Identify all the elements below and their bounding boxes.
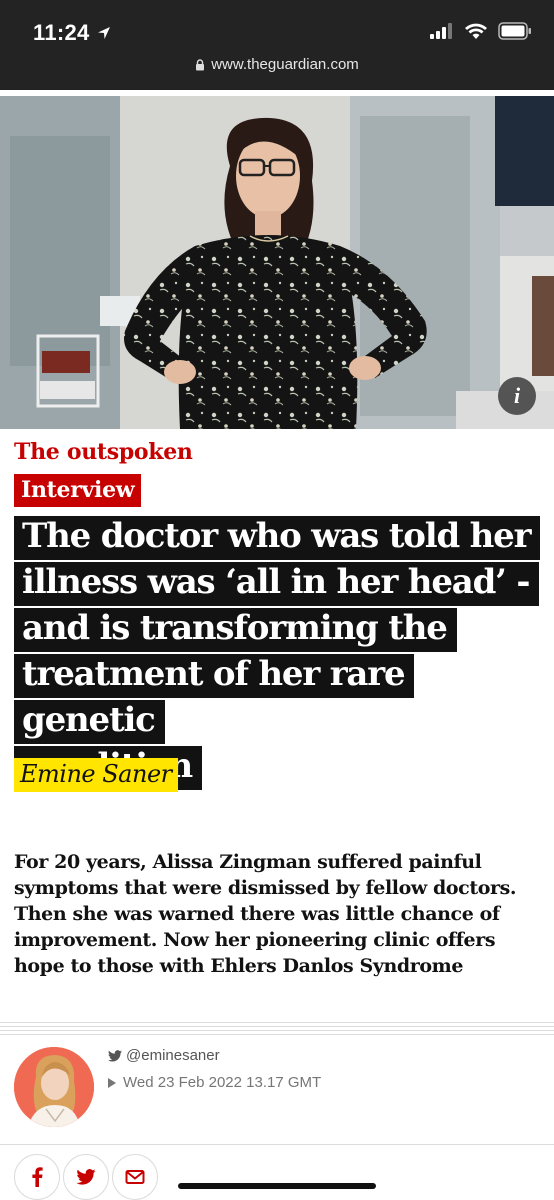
title-line-3: and is transforming the [14,608,457,652]
author-twitter-link[interactable]: @eminesaner [108,1047,220,1064]
battery-icon [498,22,531,40]
article-standfirst: For 20 years, Alissa Zingman suffered pa… [14,851,517,977]
section-divider [0,1022,554,1036]
publish-date-text: Wed 23 Feb 2022 13.17 GMT [123,1074,322,1091]
twitter-bird-icon [108,1049,122,1062]
home-indicator[interactable] [178,1183,376,1189]
share-facebook-button[interactable] [14,1154,60,1200]
publish-date[interactable]: Wed 23 Feb 2022 13.17 GMT [108,1074,321,1091]
browser-top-bar: 11:24 www.theguardian.com [0,0,554,90]
system-status-icons [430,22,532,40]
wifi-icon [465,23,487,39]
article-header: The outspoken Interview The doctor who w… [0,429,554,839]
image-info-button[interactable]: i [498,377,536,415]
share-twitter-button[interactable] [63,1154,109,1200]
status-time: 11:24 [33,20,112,46]
share-email-button[interactable] [112,1154,158,1200]
series-label[interactable]: The outspoken [14,439,193,465]
meta-divider [0,1144,554,1145]
author-portrait-illustration [14,1047,94,1127]
hero-photo-illustration [0,96,554,429]
author-byline[interactable]: Emine Saner [14,758,178,792]
interview-tag: Interview [14,474,142,507]
twitter-icon [76,1169,96,1185]
article-title: The doctor who was told her illness was … [14,513,544,790]
facebook-icon [32,1167,43,1187]
address-bar-url: www.theguardian.com [211,56,359,73]
title-line-2: illness was ‘all in her head’ - [14,562,540,606]
location-arrow-icon [97,27,110,39]
info-icon: i [513,383,521,408]
email-icon [125,1170,145,1184]
author-avatar[interactable] [14,1047,94,1127]
cellular-signal-icon [430,23,452,39]
hero-image: i [0,96,554,429]
lock-icon [196,58,205,70]
title-line-1: The doctor who was told her [14,516,541,560]
address-bar[interactable]: www.theguardian.com [0,56,554,73]
status-time-text: 11:24 [33,20,90,45]
title-line-4: treatment of her rare genetic [14,654,415,744]
twitter-handle: @eminesaner [126,1047,220,1064]
expand-triangle-icon [108,1077,116,1088]
